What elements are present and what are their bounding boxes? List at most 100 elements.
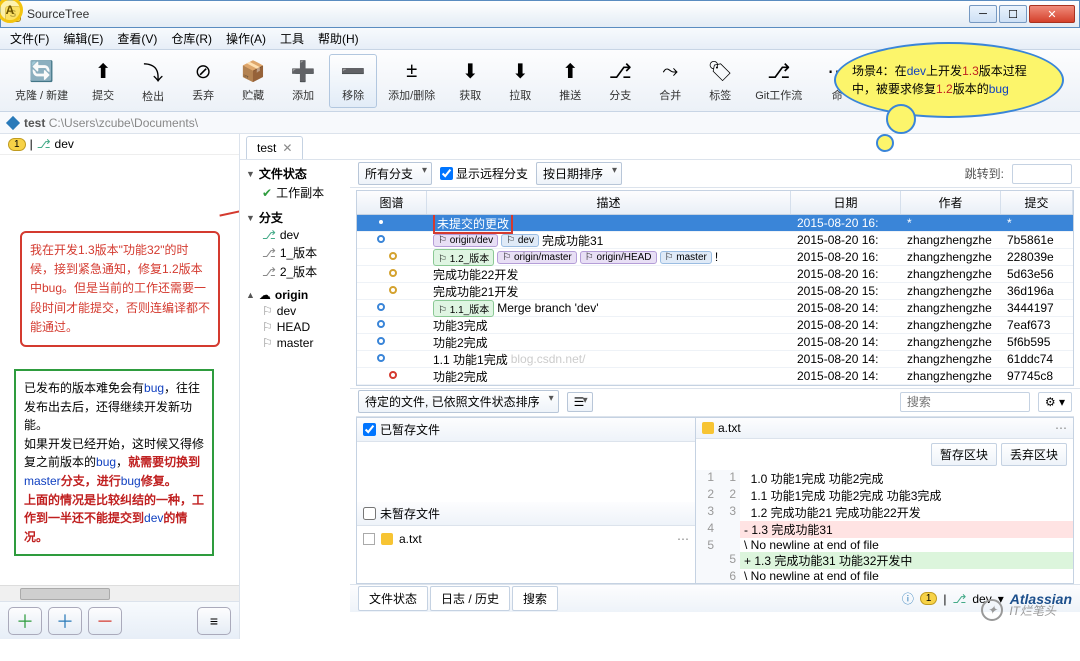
toolbar-分支[interactable]: ⎇分支 [596,54,644,108]
btab-log[interactable]: 日志 / 历史 [430,586,510,611]
close-button[interactable]: ✕ [1029,5,1075,23]
file-row[interactable]: a.txt ⋯ [361,530,691,548]
col-graph[interactable]: 图谱 [357,191,427,214]
col-author[interactable]: 作者 [901,191,1001,214]
sidebar-scrollbar[interactable] [0,585,239,601]
pending-badge: 1 [8,138,26,151]
check-icon: ✔ [262,186,272,200]
maximize-button[interactable]: ☐ [999,5,1027,23]
toolbar-添加[interactable]: ➕添加 [279,54,327,108]
tree-branch-dev[interactable]: dev [280,228,299,242]
annotation-red-callout: 我在开发1.3版本"功能32"的时候，接到紧急通知，修复1.2版本中bug。但是… [20,231,220,347]
commit-row[interactable]: 未提交的更改2015-08-20 16:** [357,215,1073,232]
toolbar-label: 移除 [342,87,364,103]
discard-hunk-button[interactable]: 丢弃区块 [1001,443,1067,466]
tree-remote-head[interactable]: HEAD [277,320,310,334]
commit-row[interactable]: ⚐ 1.2_版本⚐ origin/master⚐ origin/HEAD⚐ ma… [357,249,1073,266]
show-remote-checkbox[interactable]: 显示远程分支 [440,165,528,182]
toolbar-Git工作流[interactable]: ⎇ Git工作流 [746,54,811,108]
commit-row[interactable]: 功能2完成2015-08-20 14:zhangzhengzhe97745c8 [357,368,1073,385]
tab-close-icon[interactable]: ✕ [282,141,292,155]
commit-row[interactable]: ⚐ origin/dev⚐ dev 完成功能312015-08-20 16:zh… [357,232,1073,249]
toolbar-提交[interactable]: ⬆提交 [79,54,127,108]
tab-label: test [257,141,276,155]
btab-filestatus[interactable]: 文件状态 [358,586,428,611]
toolbar-标签[interactable]: 🏷标签 [696,54,744,108]
cloud-icon: ☁ [259,288,271,302]
toolbar-获取[interactable]: ⬇获取 [446,54,494,108]
add-repo-button[interactable]: ＋ [8,607,42,635]
toolbar-icon: ⤵ [139,58,167,86]
tree-branch-1[interactable]: 1_版本 [280,244,317,261]
status-badge: 1 [920,592,938,605]
toolbar-icon: ➕ [289,59,317,85]
tree-section-branches[interactable]: 分支 [259,209,283,226]
file-search-input[interactable] [900,392,1030,412]
tree-branch-2[interactable]: 2_版本 [280,263,317,280]
toolbar-icon: 🔄 [28,59,56,85]
menu-repo[interactable]: 仓库(R) [165,28,218,49]
toolbar-label: 提交 [92,87,114,103]
more-icon[interactable]: ⋯ [1055,421,1067,435]
toolbar-icon: ⎇ [765,59,793,85]
remove-button[interactable]: － [88,607,122,635]
file-checkbox[interactable] [363,533,375,545]
toolbar-检出[interactable]: ⤵检出 [129,54,177,108]
tree-working-copy[interactable]: 工作副本 [276,184,324,201]
ref-tag: ⚐ origin/HEAD [580,251,657,264]
tree-remote-master[interactable]: master [277,336,314,350]
commit-row[interactable]: ⚐ 1.1_版本 Merge branch 'dev'2015-08-20 14… [357,300,1073,317]
file-filter-select[interactable]: 待定的文件, 已依照文件状态排序 [358,390,559,413]
branch-filter-select[interactable]: 所有分支 [358,162,432,185]
left-tree: ▼文件状态 ✔工作副本 ▼分支 ⎇dev ⎇1_版本 ⎇2_版本 ▲☁origi… [240,160,350,612]
commit-row[interactable]: 功能3完成2015-08-20 14:zhangzhengzhe7eaf673 [357,317,1073,334]
menu-action[interactable]: 操作(A) [220,28,272,49]
commit-row[interactable]: 完成功能21开发2015-08-20 15:zhangzhengzhe36d19… [357,283,1073,300]
toolbar-label: Git工作流 [755,87,802,103]
add-folder-button[interactable]: ＋ [48,607,82,635]
unstaged-checkbox[interactable] [363,507,376,520]
col-date[interactable]: 日期 [791,191,901,214]
menu-tools[interactable]: 工具 [274,28,310,49]
unstaged-body: a.txt ⋯ [357,526,695,583]
menu-edit[interactable]: 编辑(E) [57,28,109,49]
tab-test[interactable]: test ✕ [246,136,303,159]
commit-row[interactable]: 功能2完成2015-08-20 14:zhangzhengzhe5f6b595 [357,334,1073,351]
toolbar-贮藏[interactable]: 📦贮藏 [229,54,277,108]
minimize-button[interactable]: ─ [969,5,997,23]
tree-section-filestatus[interactable]: 文件状态 [259,165,307,182]
gear-button[interactable]: ⚙ ▾ [1038,392,1072,412]
toolbar-label: 拉取 [509,87,531,103]
toolbar-icon: ⬇ [456,59,484,85]
diff-pane: a.txt ⋯ 暂存区块 丢弃区块 11 1.0 功能1完成 功能2完成22 1… [696,417,1074,584]
tree-section-origin[interactable]: origin [275,288,308,302]
sort-select[interactable]: 按日期排序 [536,162,622,185]
toolbar-合并[interactable]: ⤳合并 [646,54,694,108]
toolbar-添加/删除[interactable]: ±添加/删除 [379,54,444,108]
menu-view[interactable]: 查看(V) [111,28,163,49]
file-view-select[interactable]: ☰ [567,392,593,412]
col-commit[interactable]: 提交 [1001,191,1073,214]
toolbar-拉取[interactable]: ⬇拉取 [496,54,544,108]
menu-file[interactable]: 文件(F) [4,28,55,49]
btab-search[interactable]: 搜索 [512,586,558,611]
toolbar-丢弃[interactable]: ⊘丢弃 [179,54,227,108]
commit-row[interactable]: 完成功能22开发2015-08-20 16:zhangzhengzhe5d63e… [357,266,1073,283]
col-desc[interactable]: 描述 [427,191,791,214]
settings-button[interactable]: ≡ [197,607,231,635]
staged-checkbox[interactable] [363,423,376,436]
toolbar-推送[interactable]: ⬆推送 [546,54,594,108]
menu-help[interactable]: 帮助(H) [312,28,365,49]
stage-hunk-button[interactable]: 暂存区块 [931,443,997,466]
ref-tag: ⚐ 1.2_版本 [433,249,494,266]
diff-body: 11 1.0 功能1完成 功能2完成22 1.1 功能1完成 功能2完成 功能3… [696,470,1073,583]
tab-row: test ✕ [240,134,1080,160]
toolbar-icon: ⤳ [656,59,684,85]
commit-row[interactable]: 1.1 功能1完成 blog.csdn.net/2015-08-20 14:zh… [357,351,1073,368]
more-icon[interactable]: ⋯ [677,532,689,546]
window-titlebar: S SourceTree ─ ☐ ✕ [0,0,1080,28]
toolbar-克隆 / 新建[interactable]: 🔄克隆 / 新建 [6,54,77,108]
tree-remote-dev[interactable]: dev [277,304,296,318]
jump-input[interactable] [1012,164,1072,184]
toolbar-移除[interactable]: ➖移除 [329,54,377,108]
